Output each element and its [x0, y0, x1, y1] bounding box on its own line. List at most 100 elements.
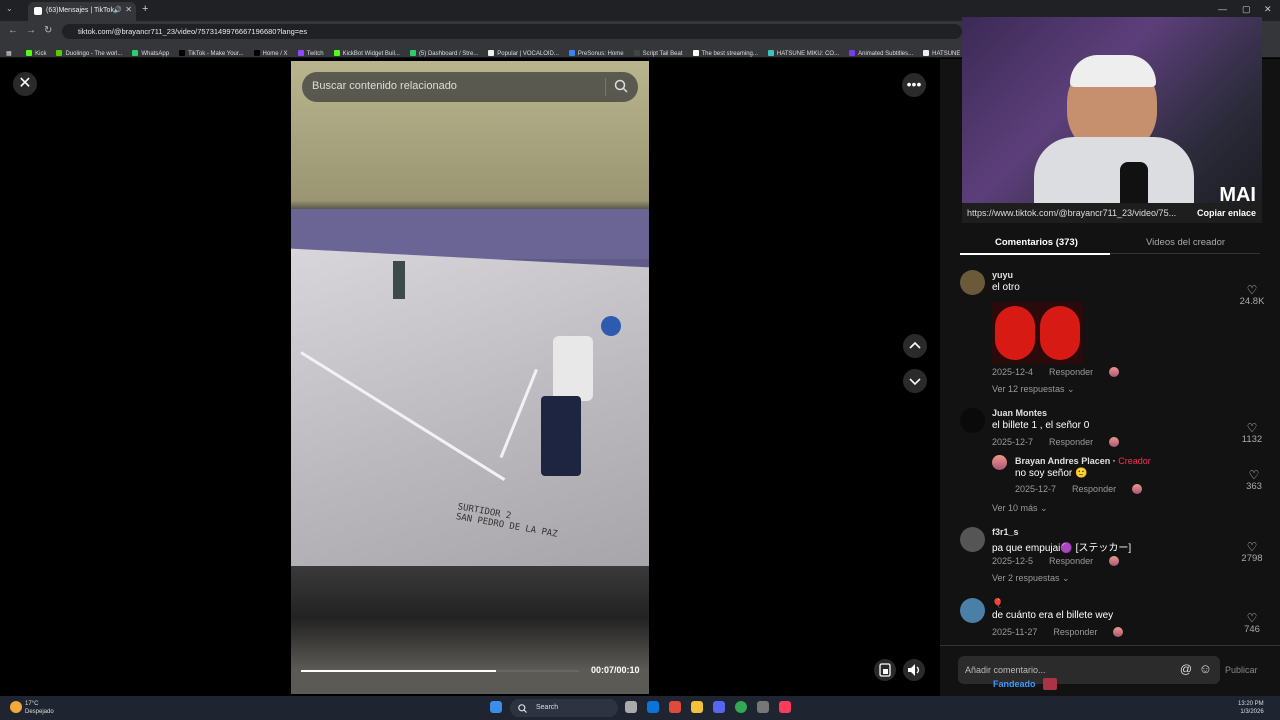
bookmark-item[interactable]: Home / X: [253, 46, 288, 57]
new-tab-icon[interactable]: +: [142, 3, 148, 15]
volume-icon: [908, 664, 920, 676]
bookmark-favicon-icon: [179, 50, 186, 56]
bookmark-item[interactable]: Script Tail Beat: [633, 46, 683, 57]
close-window-icon[interactable]: ✕: [1264, 4, 1272, 15]
maximize-icon[interactable]: ▢: [1242, 4, 1251, 15]
bookmark-item[interactable]: TikTok - Make Your...: [179, 46, 244, 57]
emoji-icon[interactable]: ☺: [1199, 661, 1212, 676]
close-tab-icon[interactable]: ✕: [125, 5, 132, 14]
comment-username[interactable]: Juan Montes: [992, 408, 1047, 418]
reload-icon[interactable]: ↻: [44, 25, 52, 36]
bookmark-label: (5) Dashboard / Stre...: [418, 51, 479, 57]
taskbar-search[interactable]: Search: [510, 699, 618, 717]
clock-date: 1/3/2026: [1240, 709, 1264, 715]
bookmark-label: Twitch: [306, 51, 324, 57]
like-count: 746: [1244, 624, 1260, 635]
publish-button[interactable]: Publicar: [1225, 665, 1258, 675]
minimize-icon[interactable]: —: [1218, 4, 1227, 14]
video-progress-bar[interactable]: [301, 670, 579, 672]
like-button[interactable]: ♡ 746: [1234, 612, 1270, 635]
start-icon[interactable]: [490, 701, 502, 713]
comment-date: 2025-12-7: [992, 437, 1034, 447]
reply-button[interactable]: Responder: [1049, 556, 1093, 566]
next-video-button[interactable]: [903, 369, 927, 393]
bookmark-item[interactable]: KickBot Widget Buil...: [333, 46, 400, 57]
search-placeholder: Buscar contenido relacionado: [312, 80, 457, 92]
comment-username[interactable]: yuyu: [992, 270, 1013, 280]
bookmark-item[interactable]: Kick: [26, 46, 46, 57]
url-field[interactable]: tiktok.com/@brayancr711_23/video/7573149…: [62, 24, 962, 39]
active-tab-indicator: [960, 253, 1110, 255]
view-replies-label: Ver 2 respuestas: [992, 573, 1060, 583]
tab-comments[interactable]: Comentarios (373): [995, 237, 1078, 248]
avatar[interactable]: [960, 598, 985, 623]
bookmark-label: HATSUNE MIKU: CO...: [776, 51, 840, 57]
browser-tab[interactable]: (63)Mensajes | TikTok 🔊 ✕: [28, 2, 136, 21]
weather-widget[interactable]: 17°C Despejado: [25, 700, 54, 716]
mention-icon[interactable]: @: [1180, 662, 1192, 676]
reply-username[interactable]: Brayan Andres Placen: [1015, 456, 1110, 466]
bookmark-label: Animated Subtitles...: [858, 51, 914, 57]
music-icon[interactable]: [779, 701, 791, 713]
bookmark-item[interactable]: Twitch: [297, 46, 324, 57]
forward-icon[interactable]: →: [26, 25, 36, 36]
avatar[interactable]: [992, 455, 1007, 470]
comment-username[interactable]: f3r1_s: [992, 527, 1019, 537]
comment-item: yuyu el otro 2025-12-4 Responder Ver 12 r…: [960, 270, 1270, 400]
reply-button[interactable]: Responder: [1072, 484, 1116, 494]
discord-icon[interactable]: [713, 701, 725, 713]
tab-list-icon[interactable]: ⌄: [6, 4, 13, 13]
file-explorer-icon[interactable]: [691, 701, 703, 713]
avatar[interactable]: [960, 527, 985, 552]
chrome-icon[interactable]: [735, 701, 747, 713]
speaker-icon[interactable]: 🔊: [113, 6, 122, 14]
bookmark-item[interactable]: Animated Subtitles...: [849, 46, 913, 57]
view-replies-button[interactable]: Ver 12 respuestas ⌄: [992, 384, 1075, 395]
chevron-down-icon: [909, 378, 921, 386]
task-view-icon[interactable]: [625, 701, 637, 713]
microphone-icon: [1120, 162, 1148, 207]
attendant-legs: [541, 396, 581, 476]
bookmark-item[interactable]: Popular | VOCALOID...: [488, 46, 559, 57]
reply-button[interactable]: Responder: [1053, 627, 1097, 637]
volume-button[interactable]: [903, 659, 925, 681]
edge-icon[interactable]: [647, 701, 659, 713]
close-video-button[interactable]: ✕: [13, 72, 37, 96]
apps-icon[interactable]: ▦: [6, 46, 12, 57]
heart-icon: ♡: [1246, 540, 1258, 554]
tiktok-favicon-icon: [34, 7, 42, 15]
search-icon[interactable]: [614, 79, 628, 93]
related-search-input[interactable]: Buscar contenido relacionado: [302, 72, 638, 102]
avatar[interactable]: [960, 270, 985, 295]
app-icon[interactable]: [669, 701, 681, 713]
more-options-button[interactable]: •••: [902, 73, 926, 97]
view-replies-button[interactable]: Ver 2 respuestas ⌄: [992, 573, 1070, 584]
bookmark-item[interactable]: The best streaming...: [692, 46, 758, 57]
video-player[interactable]: SURTIDOR 2 SAN PEDRO DE LA PAZ: [291, 61, 649, 694]
back-icon[interactable]: ←: [8, 25, 18, 36]
weather-icon[interactable]: [10, 701, 22, 713]
view-more-button[interactable]: Ver 10 más ⌄: [992, 503, 1048, 514]
like-button[interactable]: ♡ 363: [1236, 469, 1272, 492]
comment-username[interactable]: 🎈: [992, 598, 1003, 609]
bookmark-item[interactable]: WhatsApp: [132, 46, 169, 57]
bookmark-item[interactable]: PreSonus: Home: [568, 46, 624, 57]
like-button[interactable]: ♡ 24.8K: [1234, 284, 1270, 307]
avatar[interactable]: [960, 408, 985, 433]
bookmark-item[interactable]: (5) Dashboard / Stre...: [409, 46, 479, 57]
heart-icon: ♡: [1246, 611, 1258, 625]
reply-button[interactable]: Responder: [1049, 437, 1093, 447]
floating-player-button[interactable]: [874, 659, 896, 681]
tab-creator-videos[interactable]: Videos del creador: [1146, 237, 1225, 248]
like-button[interactable]: ♡ 2798: [1234, 541, 1270, 564]
previous-video-button[interactable]: [903, 334, 927, 358]
like-button[interactable]: ♡ 1132: [1234, 422, 1270, 445]
reply-button[interactable]: Responder: [1049, 367, 1093, 377]
copy-link-button[interactable]: Copiar enlace: [1192, 208, 1256, 218]
bookmark-item[interactable]: HATSUNE MIKU: CO...: [767, 46, 840, 57]
bookmark-item[interactable]: Duolingo - The worl...: [56, 46, 122, 57]
bookmark-favicon-icon: [297, 50, 304, 56]
search-icon: [518, 704, 527, 713]
clock[interactable]: 13:20 PM 1/3/2026: [1238, 700, 1264, 716]
settings-icon[interactable]: [757, 701, 769, 713]
